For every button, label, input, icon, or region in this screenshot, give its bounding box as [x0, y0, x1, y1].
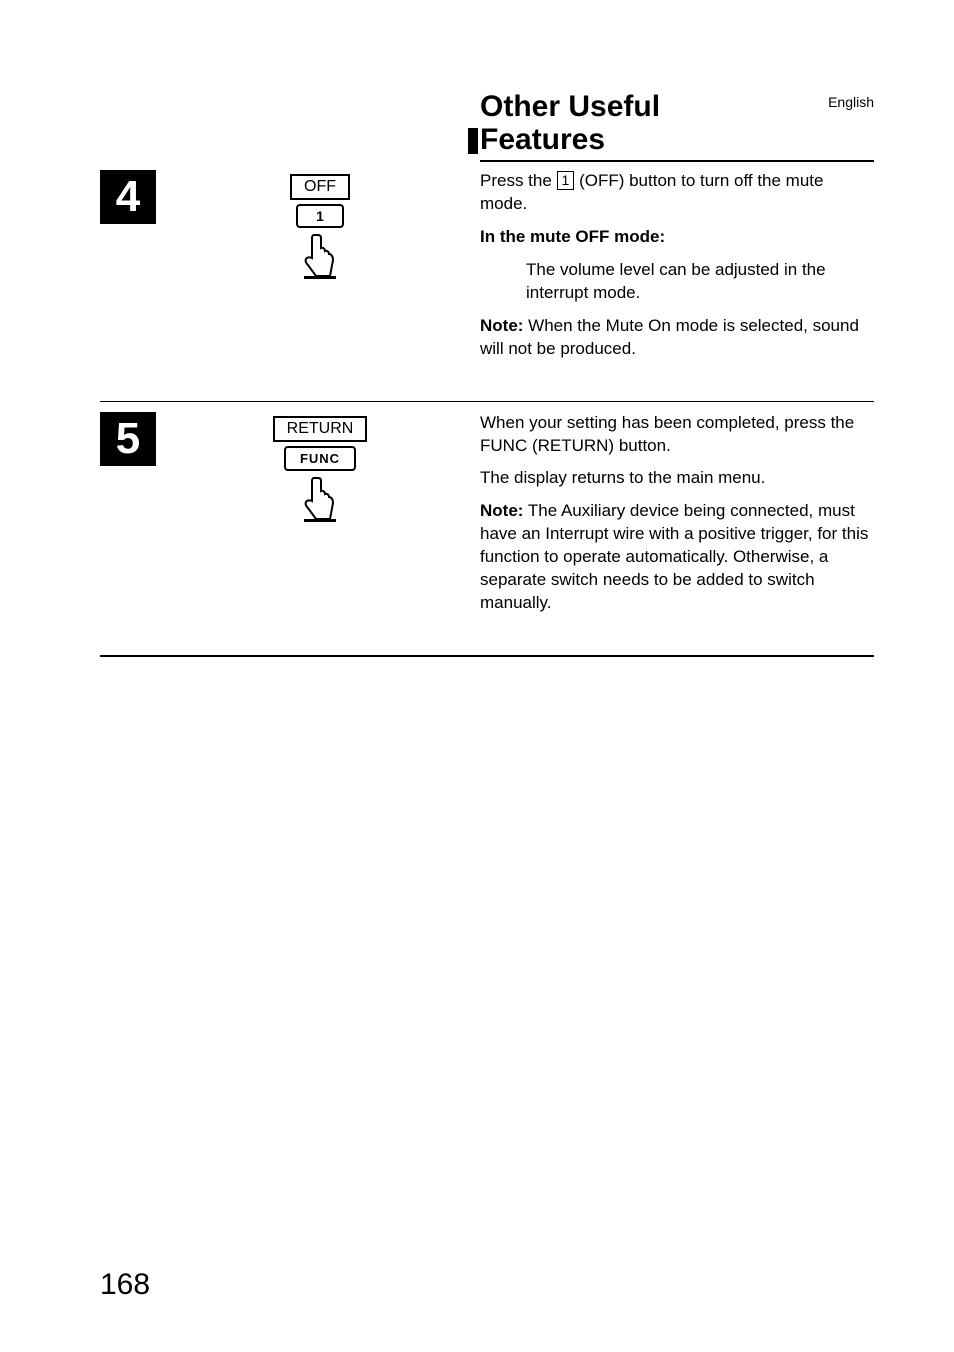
section-title-line1: Other Useful	[480, 90, 874, 123]
manual-page: English Other Useful Features 4 OFF 1 Pr…	[0, 0, 954, 1352]
step5-instruction2: The display returns to the main menu.	[480, 467, 874, 490]
off-label-box: OFF	[290, 174, 350, 200]
language-label: English	[828, 94, 874, 110]
step-illustration: OFF 1	[160, 170, 480, 371]
step-text: Press the 1 (OFF) button to turn off the…	[480, 170, 874, 371]
button-1-box: 1	[296, 204, 344, 228]
section-title-block: English Other Useful Features	[480, 90, 874, 162]
step4-note: Note: When the Mute On mode is selected,…	[480, 315, 874, 361]
step-4: 4 OFF 1 Press the 1 (OFF) button to turn…	[100, 162, 874, 401]
illustration-box: RETURN FUNC	[273, 416, 368, 626]
hand-press-icon	[300, 475, 340, 523]
step-text: When your setting has been completed, pr…	[480, 412, 874, 626]
illustration-box: OFF 1	[290, 174, 350, 371]
page-number: 168	[100, 1268, 150, 1302]
step-number: 4	[100, 170, 156, 224]
mute-off-mode-heading: In the mute OFF mode:	[480, 227, 665, 246]
key-1-icon: 1	[557, 171, 575, 190]
note-label: Note:	[480, 501, 523, 520]
step-number-column: 5	[100, 412, 160, 626]
step4-subheading: In the mute OFF mode:	[480, 226, 874, 249]
step-illustration: RETURN FUNC	[160, 412, 480, 626]
step4-subbody: The volume level can be adjusted in the …	[480, 259, 874, 305]
func-button-box: FUNC	[284, 446, 356, 471]
hand-press-icon	[300, 232, 340, 280]
title-accent-bar	[468, 128, 478, 154]
return-label-box: RETURN	[273, 416, 368, 442]
step-5: 5 RETURN FUNC When your setting has been…	[100, 401, 874, 656]
step5-instruction1: When your setting has been completed, pr…	[480, 412, 874, 458]
section-title-line2: Features	[480, 123, 874, 156]
step5-note: Note: The Auxiliary device being connect…	[480, 500, 874, 615]
note-body: The Auxiliary device being connected, mu…	[480, 501, 868, 612]
step4-instruction: Press the 1 (OFF) button to turn off the…	[480, 170, 874, 216]
step-number-column: 4	[100, 170, 160, 371]
section-end-rule	[100, 655, 874, 657]
note-body: When the Mute On mode is selected, sound…	[480, 316, 859, 358]
text-fragment: Press the	[480, 171, 557, 190]
note-label: Note:	[480, 316, 523, 335]
header-row: English Other Useful Features	[100, 90, 874, 162]
step-number: 5	[100, 412, 156, 466]
